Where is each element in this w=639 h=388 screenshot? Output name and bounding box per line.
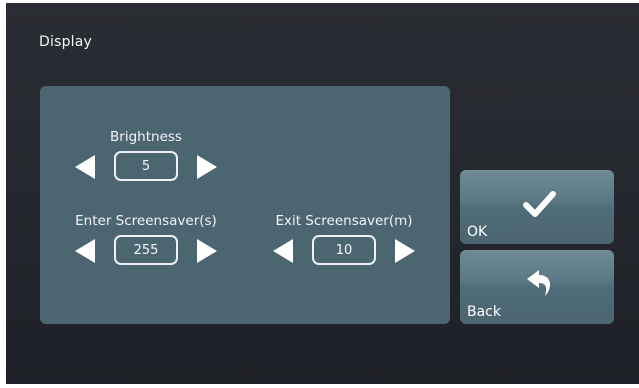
left-arrow-icon [273, 239, 293, 263]
right-arrow-icon [197, 239, 217, 263]
ok-label: OK [467, 224, 488, 240]
exit-screensaver-decrease-button[interactable] [272, 238, 294, 264]
back-label: Back [467, 304, 501, 320]
exit-screensaver-value[interactable]: 10 [312, 235, 376, 265]
enter-screensaver-decrease-button[interactable] [74, 238, 96, 264]
enter-screensaver-control: Enter Screensaver(s) 255 [74, 213, 218, 269]
left-arrow-icon [75, 155, 95, 179]
exit-screensaver-label: Exit Screensaver(m) [275, 213, 413, 229]
brightness-label: Brightness [110, 129, 182, 145]
brightness-value[interactable]: 5 [114, 151, 178, 181]
brightness-increase-button[interactable] [196, 154, 218, 180]
back-button[interactable]: Back [460, 250, 614, 324]
right-arrow-icon [197, 155, 217, 179]
display-settings-screen: Display Brightness 5 Enter Screensaver(s… [6, 3, 639, 384]
ok-button[interactable]: OK [460, 170, 614, 244]
page-title: Display [39, 34, 93, 50]
enter-screensaver-value[interactable]: 255 [114, 235, 178, 265]
enter-screensaver-label: Enter Screensaver(s) [75, 213, 217, 229]
brightness-control: Brightness 5 [74, 129, 218, 185]
exit-screensaver-control: Exit Screensaver(m) 10 [272, 213, 416, 269]
left-arrow-icon [75, 239, 95, 263]
brightness-decrease-button[interactable] [74, 154, 96, 180]
exit-screensaver-increase-button[interactable] [394, 238, 416, 264]
right-arrow-icon [395, 239, 415, 263]
checkmark-icon [522, 187, 556, 221]
back-arrow-icon [522, 267, 556, 301]
settings-panel: Brightness 5 Enter Screensaver(s) 255 Ex… [40, 86, 450, 324]
enter-screensaver-increase-button[interactable] [196, 238, 218, 264]
